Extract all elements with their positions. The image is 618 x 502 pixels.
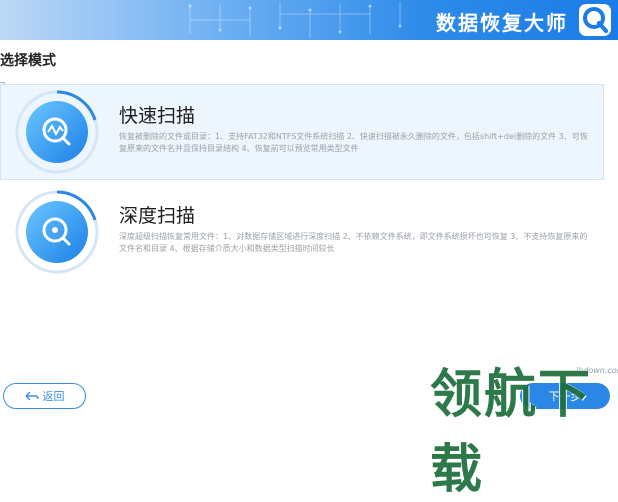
disk-magnifier-icon <box>15 190 99 274</box>
pulse-magnifier-icon <box>15 90 99 174</box>
return-arrow-icon <box>25 391 39 401</box>
mode-title: 快速扫描 <box>119 105 196 127</box>
watermark-text: 领航下载 <box>430 365 593 500</box>
back-button-label: 返回 <box>42 390 65 403</box>
mode-card-deep-scan[interactable]: 深度扫描 深度超级扫描恢复常用文件：1、对数据存储区域进行深度扫描 2、不依赖文… <box>0 184 604 280</box>
back-button[interactable]: 返回 <box>3 383 86 409</box>
mode-title: 深度扫描 <box>119 205 196 227</box>
section-title: 选择模式 <box>0 53 56 69</box>
mode-description: 深度超级扫描恢复常用文件：1、对数据存储区域进行深度扫描 2、不依赖文件系统，即… <box>119 232 588 253</box>
mode-card-quick-scan[interactable]: 快速扫描 恢复被删除的文件或目录：1、支持FAT32和NTFS文件系统扫描 2、… <box>0 84 604 180</box>
app-title: 数据恢复大师 <box>436 11 568 35</box>
magnifier-q-icon <box>579 4 611 36</box>
title-banner: 数据恢复大师 <box>0 0 618 40</box>
mode-description: 恢复被删除的文件或目录：1、支持FAT32和NTFS文件系统扫描 2、快速扫描被… <box>119 132 588 153</box>
